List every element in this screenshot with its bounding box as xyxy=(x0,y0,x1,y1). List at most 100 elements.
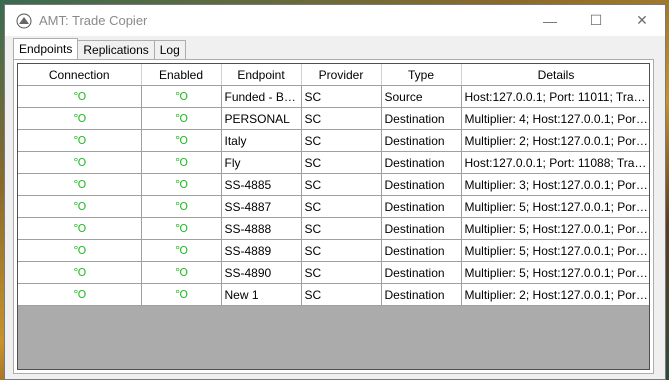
type-cell[interactable]: Source xyxy=(381,85,462,108)
connection-status-cell[interactable]: °O xyxy=(18,195,142,218)
provider-cell[interactable]: SC xyxy=(301,173,382,196)
provider-cell[interactable]: SC xyxy=(301,151,382,174)
connection-status-icon[interactable]: °O xyxy=(73,222,86,235)
tab-replications[interactable]: Replications xyxy=(77,40,155,59)
enabled-status-icon[interactable]: °O xyxy=(175,200,188,213)
provider-cell[interactable]: SC xyxy=(301,195,382,218)
table-row[interactable]: °O °O SS-4889 SC Destination Multiplier: 5; H… xyxy=(18,239,649,262)
type-cell[interactable]: Destination xyxy=(381,239,462,262)
provider-cell[interactable]: SC xyxy=(301,283,382,306)
column-header-endpoint[interactable]: Endpoint xyxy=(221,64,302,86)
enabled-status-cell[interactable]: °O xyxy=(141,173,222,196)
details-cell[interactable]: Host:127.0.0.1; Port: 11088; Trade ... xyxy=(461,151,649,174)
endpoint-cell[interactable]: Italy xyxy=(221,129,302,152)
type-cell[interactable]: Destination xyxy=(381,261,462,284)
details-cell[interactable]: Multiplier: 5; Host:127.0.0.1; Port: 11.… xyxy=(461,195,649,218)
connection-status-icon[interactable]: °O xyxy=(73,112,86,125)
table-row[interactable]: °O °O SS-4887 SC Destination Multiplier: 5; H… xyxy=(18,195,649,218)
provider-cell[interactable]: SC xyxy=(301,129,382,152)
table-row[interactable]: °O °O New 1 SC Destination Multiplier: 2; Hos… xyxy=(18,283,649,306)
table-row[interactable]: °O °O SS-4888 SC Destination Multiplier: 5; H… xyxy=(18,217,649,240)
table-row[interactable]: °O °O SS-4890 SC Destination Multiplier: 5; H… xyxy=(18,261,649,284)
endpoint-cell[interactable]: New 1 xyxy=(221,283,302,306)
connection-status-icon[interactable]: °O xyxy=(73,156,86,169)
provider-cell[interactable]: SC xyxy=(301,217,382,240)
endpoint-cell[interactable]: PERSONAL xyxy=(221,107,302,130)
endpoint-cell[interactable]: Funded - Bul... xyxy=(221,85,302,108)
details-cell[interactable]: Host:127.0.0.1; Port: 11011; Trade ... xyxy=(461,85,649,108)
tab-endpoints[interactable]: Endpoints xyxy=(13,38,79,59)
enabled-status-cell[interactable]: °O xyxy=(141,261,222,284)
details-cell[interactable]: Multiplier: 4; Host:127.0.0.1; Port: 11.… xyxy=(461,107,649,130)
provider-cell[interactable]: SC xyxy=(301,85,382,108)
provider-cell[interactable]: SC xyxy=(301,261,382,284)
details-cell[interactable]: Multiplier: 5; Host:127.0.0.1; Port: 11.… xyxy=(461,217,649,240)
type-cell[interactable]: Destination xyxy=(381,217,462,240)
tab-log[interactable]: Log xyxy=(153,40,186,59)
enabled-status-icon[interactable]: °O xyxy=(175,134,188,147)
connection-status-icon[interactable]: °O xyxy=(73,134,86,147)
connection-status-cell[interactable]: °O xyxy=(18,217,142,240)
connection-status-cell[interactable]: °O xyxy=(18,283,142,306)
enabled-status-icon[interactable]: °O xyxy=(175,288,188,301)
column-header-connection[interactable]: Connection xyxy=(18,64,142,86)
connection-status-cell[interactable]: °O xyxy=(18,107,142,130)
enabled-status-cell[interactable]: °O xyxy=(141,239,222,262)
endpoints-grid[interactable]: Connection Enabled Endpoint Provider Typ… xyxy=(17,63,650,370)
type-cell[interactable]: Destination xyxy=(381,283,462,306)
connection-status-cell[interactable]: °O xyxy=(18,173,142,196)
enabled-status-cell[interactable]: °O xyxy=(141,129,222,152)
endpoint-cell[interactable]: Fly xyxy=(221,151,302,174)
enabled-status-cell[interactable]: °O xyxy=(141,85,222,108)
maximize-button[interactable]: ☐ xyxy=(573,5,619,36)
column-header-details[interactable]: Details xyxy=(461,64,649,86)
connection-status-cell[interactable]: °O xyxy=(18,85,142,108)
enabled-status-cell[interactable]: °O xyxy=(141,107,222,130)
close-button[interactable]: ✕ xyxy=(619,5,665,36)
provider-cell[interactable]: SC xyxy=(301,107,382,130)
connection-status-cell[interactable]: °O xyxy=(18,239,142,262)
enabled-status-cell[interactable]: °O xyxy=(141,151,222,174)
enabled-status-cell[interactable]: °O xyxy=(141,283,222,306)
endpoint-cell[interactable]: SS-4890 xyxy=(221,261,302,284)
connection-status-cell[interactable]: °O xyxy=(18,261,142,284)
connection-status-icon[interactable]: °O xyxy=(73,178,86,191)
connection-status-icon[interactable]: °O xyxy=(73,200,86,213)
enabled-status-cell[interactable]: °O xyxy=(141,217,222,240)
enabled-status-icon[interactable]: °O xyxy=(175,244,188,257)
column-header-provider[interactable]: Provider xyxy=(301,64,382,86)
endpoint-cell[interactable]: SS-4885 xyxy=(221,173,302,196)
connection-status-icon[interactable]: °O xyxy=(73,90,86,103)
column-header-enabled[interactable]: Enabled xyxy=(141,64,222,86)
enabled-status-cell[interactable]: °O xyxy=(141,195,222,218)
type-cell[interactable]: Destination xyxy=(381,173,462,196)
details-cell[interactable]: Multiplier: 3; Host:127.0.0.1; Port: 11.… xyxy=(461,173,649,196)
connection-status-icon[interactable]: °O xyxy=(73,244,86,257)
title-bar[interactable]: AMT: Trade Copier — ☐ ✕ xyxy=(5,5,665,36)
details-cell[interactable]: Multiplier: 2; Host:127.0.0.1; Port: 11.… xyxy=(461,283,649,306)
details-cell[interactable]: Multiplier: 5; Host:127.0.0.1; Port: 11.… xyxy=(461,261,649,284)
provider-cell[interactable]: SC xyxy=(301,239,382,262)
enabled-status-icon[interactable]: °O xyxy=(175,156,188,169)
table-row[interactable]: °O °O PERSONAL SC Destination Multiplier: 4; … xyxy=(18,107,649,130)
table-row[interactable]: °O °O Funded - Bul... SC Source Host:127.0.0.… xyxy=(18,85,649,108)
enabled-status-icon[interactable]: °O xyxy=(175,178,188,191)
table-row[interactable]: °O °O Italy SC Destination Multiplier: 2; Hos… xyxy=(18,129,649,152)
type-cell[interactable]: Destination xyxy=(381,195,462,218)
type-cell[interactable]: Destination xyxy=(381,151,462,174)
table-row[interactable]: °O °O Fly SC Destination Host:127.0.0.1; Port… xyxy=(18,151,649,174)
type-cell[interactable]: Destination xyxy=(381,129,462,152)
endpoint-cell[interactable]: SS-4888 xyxy=(221,217,302,240)
connection-status-icon[interactable]: °O xyxy=(73,266,86,279)
enabled-status-icon[interactable]: °O xyxy=(175,266,188,279)
enabled-status-icon[interactable]: °O xyxy=(175,222,188,235)
connection-status-icon[interactable]: °O xyxy=(73,288,86,301)
enabled-status-icon[interactable]: °O xyxy=(175,90,188,103)
type-cell[interactable]: Destination xyxy=(381,107,462,130)
details-cell[interactable]: Multiplier: 5; Host:127.0.0.1; Port: 11.… xyxy=(461,239,649,262)
column-header-type[interactable]: Type xyxy=(381,64,462,86)
minimize-button[interactable]: — xyxy=(527,5,573,36)
connection-status-cell[interactable]: °O xyxy=(18,129,142,152)
table-row[interactable]: °O °O SS-4885 SC Destination Multiplier: 3; H… xyxy=(18,173,649,196)
enabled-status-icon[interactable]: °O xyxy=(175,112,188,125)
